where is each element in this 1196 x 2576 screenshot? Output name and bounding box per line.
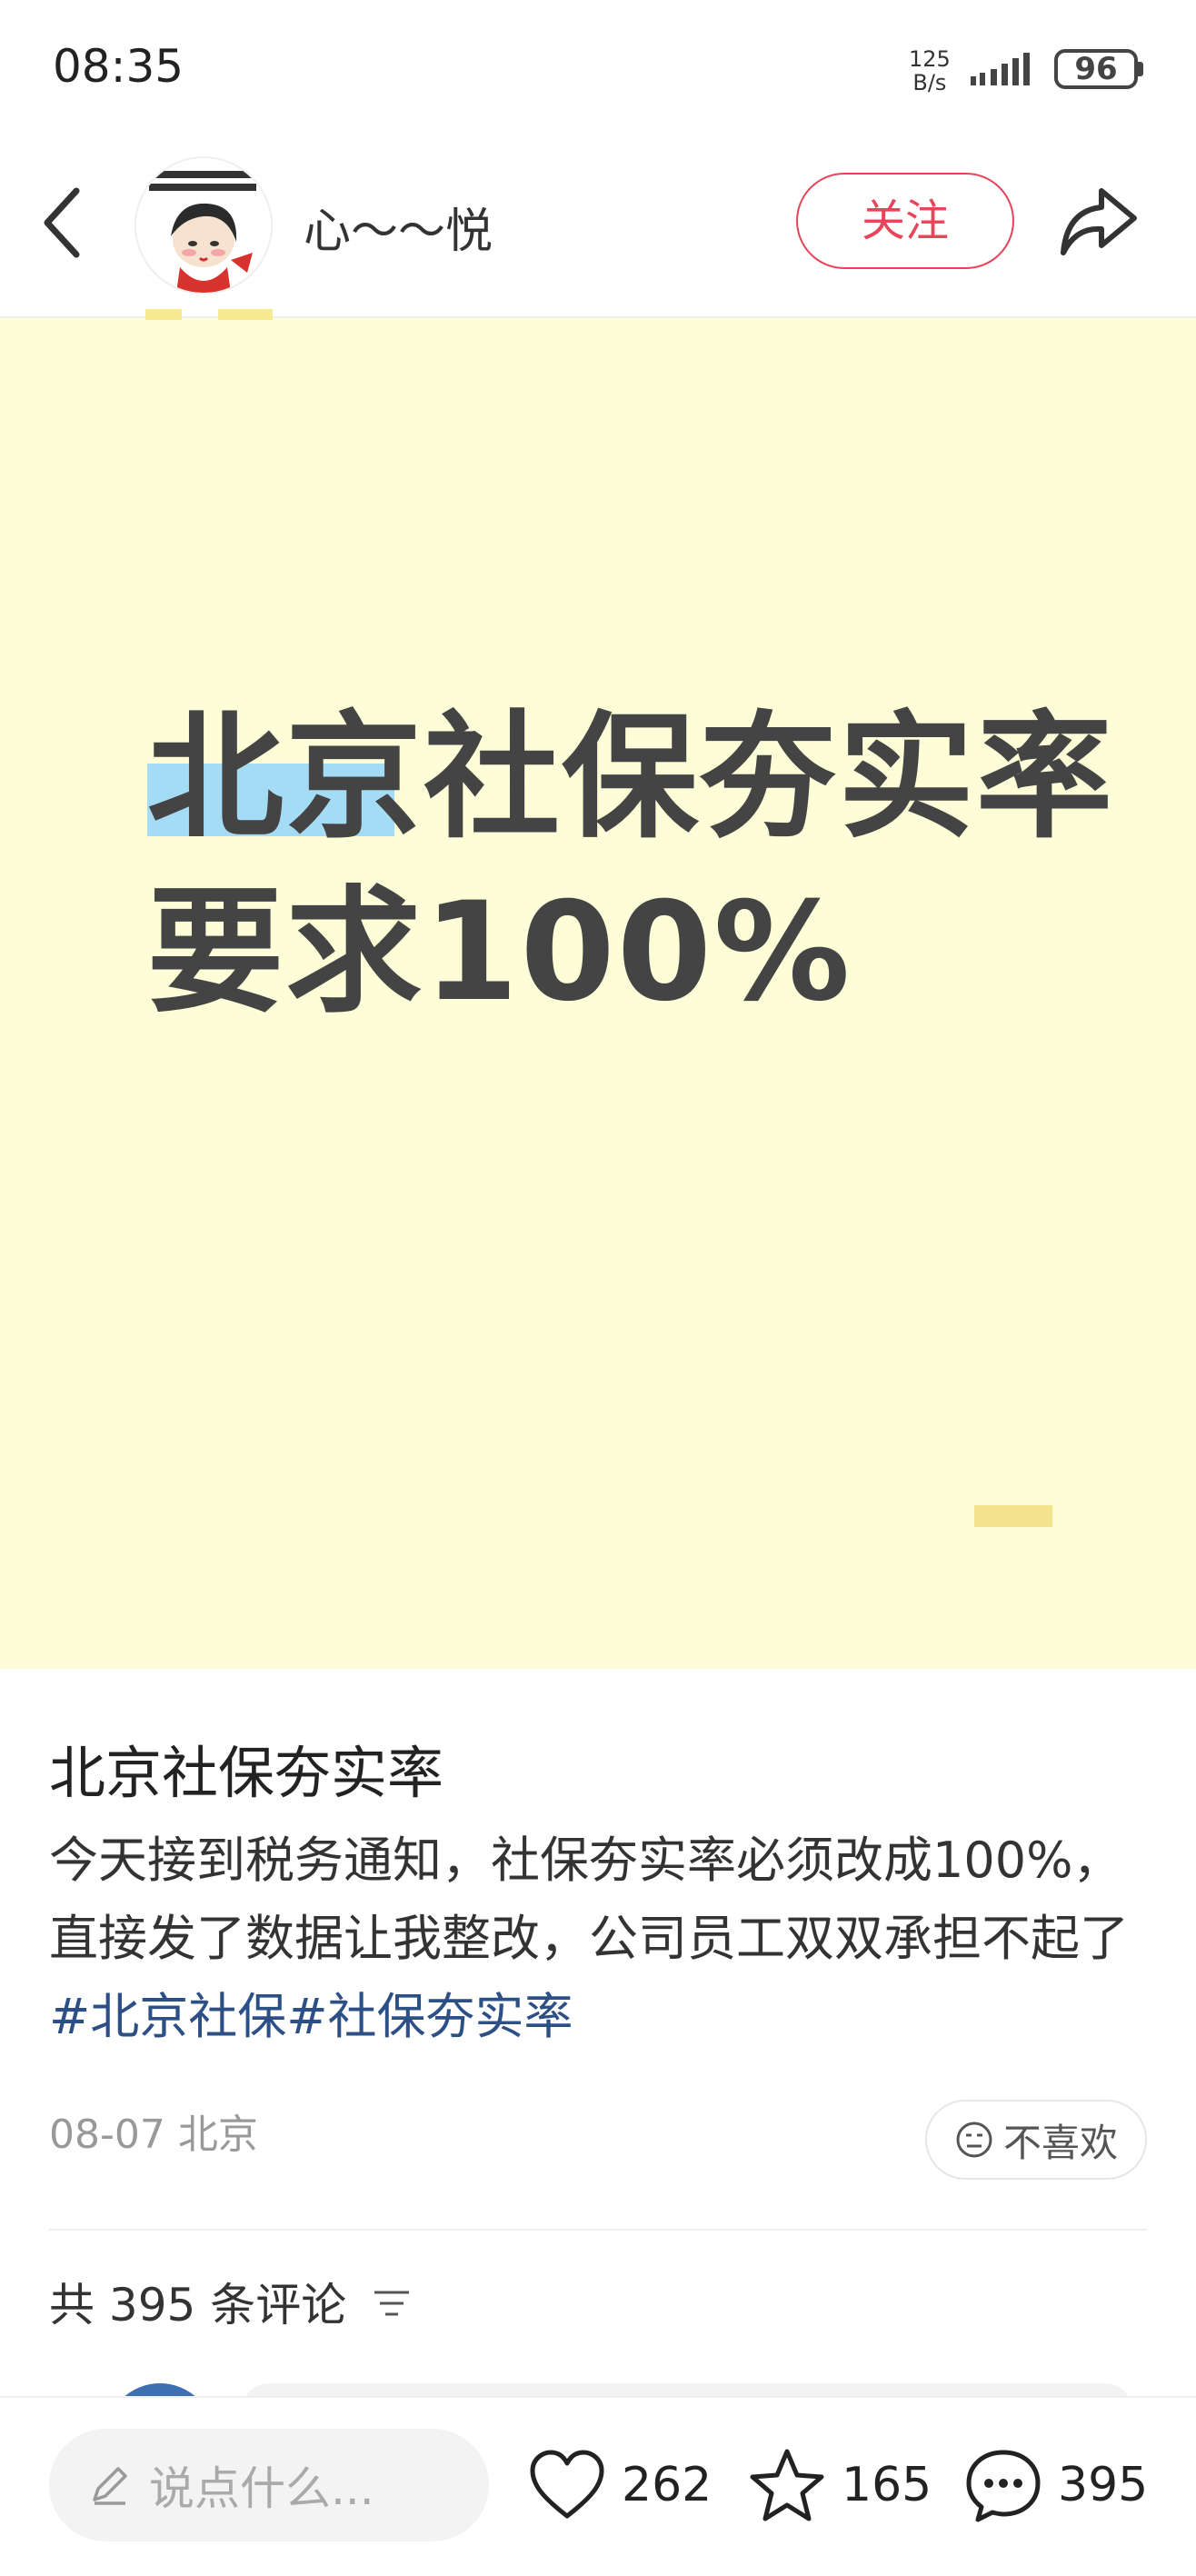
- decoration-bar: [974, 1505, 1052, 1527]
- network-speed-value: 125: [909, 46, 951, 72]
- post-date-location: 08-07 北京: [49, 2112, 258, 2158]
- avatar-illustration: [136, 158, 271, 293]
- hashtag-link[interactable]: #北京社保: [49, 1988, 286, 2045]
- hashtag-link[interactable]: #社保夯实率: [286, 1988, 573, 2045]
- decoration-bar: [218, 309, 273, 320]
- star-icon: [750, 2449, 824, 2521]
- status-time: 08:35: [53, 40, 184, 93]
- neutral-face-icon: [956, 2122, 992, 2158]
- post-title: 北京社保夯实率: [49, 1740, 444, 1806]
- back-icon[interactable]: [36, 182, 91, 264]
- post-image-text: 北京社保夯实率 要求100%: [147, 691, 1114, 1040]
- signal-icon: [971, 53, 1030, 85]
- like-button[interactable]: 262: [527, 2445, 712, 2525]
- post-body: 今天接到税务通知，社保夯实率必须改成100%，直接发了数据让我整改，公司员工双双…: [49, 1822, 1158, 2056]
- comment-button[interactable]: 395: [963, 2445, 1148, 2525]
- comment-bubble-icon: [966, 2450, 1041, 2522]
- follow-button[interactable]: 关注: [796, 173, 1014, 269]
- network-speed-unit: B/s: [912, 70, 947, 95]
- like-count: 262: [622, 2458, 713, 2512]
- comment-input[interactable]: 说点什么...: [49, 2429, 489, 2541]
- favorite-button[interactable]: 165: [747, 2445, 932, 2525]
- decoration-bar: [145, 309, 182, 320]
- share-icon[interactable]: [1054, 178, 1141, 265]
- dislike-label: 不喜欢: [1002, 2120, 1118, 2165]
- sort-icon[interactable]: [373, 2287, 411, 2320]
- comment-count-bottom: 395: [1058, 2458, 1149, 2512]
- comment-count: 共 395 条评论: [49, 2279, 347, 2331]
- post-body-text: 今天接到税务通知，社保夯实率必须改成100%，直接发了数据让我整改，公司员工双双…: [49, 1832, 1129, 1967]
- heart-icon: [530, 2450, 604, 2519]
- comment-input-placeholder: 说点什么...: [149, 2462, 374, 2515]
- post-image-line2: 要求100%: [147, 874, 852, 1032]
- favorite-count: 165: [842, 2458, 932, 2512]
- post-image-line1: 北京社保夯实率: [147, 699, 1115, 857]
- section-divider: [49, 2229, 1147, 2231]
- author-avatar[interactable]: [135, 156, 273, 295]
- battery-tip: [1138, 62, 1143, 76]
- author-name[interactable]: 心～～悦: [304, 193, 493, 261]
- pencil-icon: [93, 2467, 127, 2505]
- network-speed: 125 B/s: [909, 47, 951, 95]
- battery-icon: 96: [1054, 49, 1138, 89]
- dislike-button[interactable]: 不喜欢: [925, 2100, 1147, 2180]
